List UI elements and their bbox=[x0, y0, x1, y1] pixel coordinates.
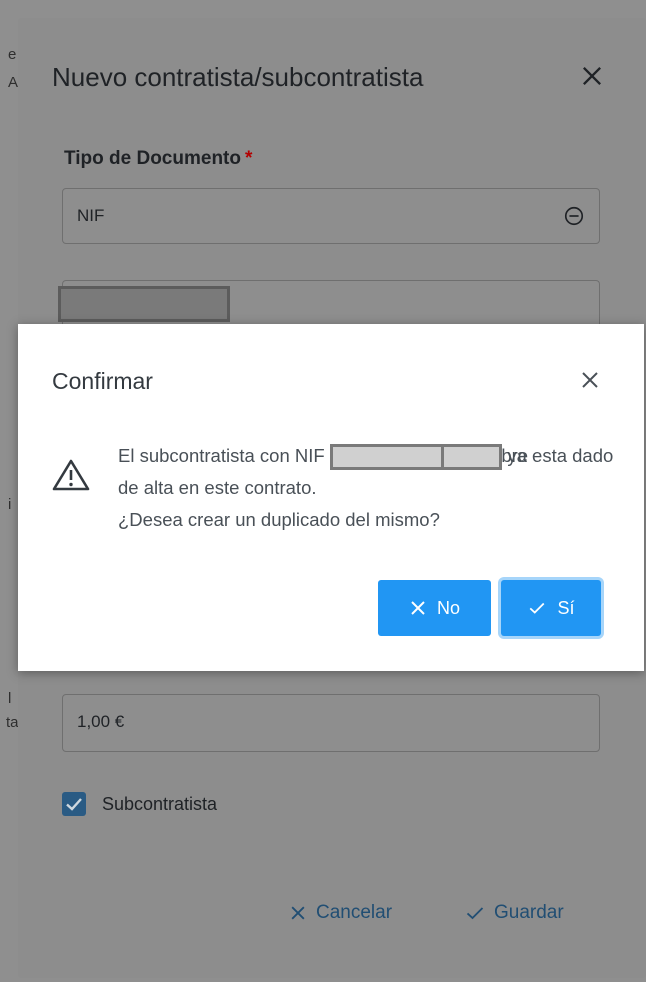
check-icon bbox=[530, 602, 545, 614]
document-type-label-text: Tipo de Documento bbox=[64, 148, 241, 169]
close-icon[interactable] bbox=[578, 368, 602, 392]
confirm-message: El subcontratista con NIF y nombre ya es… bbox=[118, 440, 618, 536]
cancel-button[interactable]: Cancelar bbox=[288, 902, 392, 924]
cancel-button-label: Cancelar bbox=[316, 902, 393, 923]
background-text: ta bbox=[6, 714, 19, 731]
document-type-value: NIF bbox=[77, 206, 105, 225]
amount-input[interactable]: 1,00 € bbox=[62, 694, 600, 752]
message-text: El subcontratista con NIF bbox=[118, 445, 325, 466]
check-icon bbox=[466, 907, 484, 920]
background-text: i bbox=[8, 496, 12, 513]
background-text: l bbox=[8, 690, 12, 707]
no-button[interactable]: No bbox=[378, 580, 491, 636]
confirm-title: Confirmar bbox=[52, 368, 153, 394]
document-type-select[interactable]: NIF bbox=[62, 188, 600, 244]
document-type-label: Tipo de Documento * bbox=[64, 148, 252, 170]
background-text: e bbox=[8, 46, 17, 63]
redacted-name bbox=[441, 444, 503, 471]
no-button-label: No bbox=[436, 597, 460, 618]
checkmark-icon bbox=[66, 798, 82, 811]
amount-value: 1,00 € bbox=[77, 712, 125, 731]
required-asterisk: * bbox=[244, 148, 253, 169]
close-icon[interactable] bbox=[578, 62, 606, 90]
background-text: A bbox=[8, 74, 19, 91]
subcontractor-checkbox-label: Subcontratista bbox=[102, 794, 218, 814]
subcontractor-checkbox[interactable] bbox=[62, 792, 86, 816]
message-text: ¿Desea crear un duplicado del mismo? bbox=[118, 509, 440, 530]
redacted-document-number bbox=[58, 286, 230, 322]
redacted-nif bbox=[329, 444, 446, 471]
dialog-title: Nuevo contratista/subcontratista bbox=[52, 62, 424, 92]
warning-icon bbox=[52, 459, 90, 491]
close-icon bbox=[411, 601, 425, 615]
yes-button[interactable]: Sí bbox=[501, 580, 601, 636]
yes-button-label: Sí bbox=[557, 597, 575, 618]
close-icon bbox=[291, 906, 305, 920]
minus-circle-icon[interactable] bbox=[563, 205, 585, 227]
save-button[interactable]: Guardar bbox=[464, 902, 564, 924]
save-button-label: Guardar bbox=[494, 902, 564, 923]
confirm-dialog: Confirmar El subcontratista con NIF y no… bbox=[18, 324, 644, 671]
